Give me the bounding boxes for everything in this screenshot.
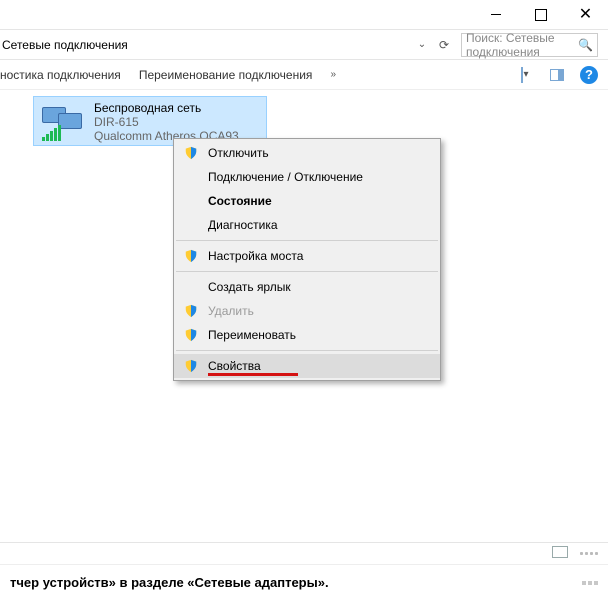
shield-icon	[184, 146, 198, 160]
ctx-connect-disconnect[interactable]: Подключение / Отключение	[174, 165, 440, 189]
separator	[176, 271, 438, 272]
toolbar-diagnose[interactable]: ностика подключения	[0, 68, 121, 82]
ctx-properties-label: Свойства	[208, 359, 261, 373]
footer-text-row: тчер устройств» в разделе «Сетевые адапт…	[0, 564, 608, 600]
window-titlebar: ✕	[0, 0, 608, 30]
ctx-status[interactable]: Состояние	[174, 189, 440, 213]
window-close-button[interactable]: ✕	[563, 0, 608, 30]
shield-icon	[184, 304, 198, 318]
separator	[176, 240, 438, 241]
search-icon: 🔍	[578, 38, 593, 52]
ctx-diagnostics[interactable]: Диагностика	[174, 213, 440, 237]
details-view-icon[interactable]	[552, 546, 568, 561]
preview-pane-button[interactable]	[548, 66, 566, 84]
footer-text: тчер устройств» в разделе «Сетевые адапт…	[10, 575, 329, 590]
ctx-status-label: Состояние	[208, 194, 272, 208]
network-adapter-icon	[42, 103, 86, 139]
separator	[176, 350, 438, 351]
connection-name: Беспроводная сеть	[94, 101, 251, 115]
shield-icon	[184, 249, 198, 263]
window-maximize-button[interactable]	[518, 0, 563, 30]
ctx-connect-disconnect-label: Подключение / Отключение	[208, 170, 363, 184]
toolbar-rename[interactable]: Переименование подключения	[139, 68, 313, 82]
address-search-row: Сетевые подключения ⌄ ⟳ Поиск: Сетевые п…	[0, 30, 608, 60]
ctx-disconnect[interactable]: Отключить	[174, 141, 440, 165]
ctx-bridge[interactable]: Настройка моста	[174, 244, 440, 268]
breadcrumb[interactable]: Сетевые подключения	[0, 38, 411, 52]
view-options-button[interactable]: ▾	[516, 66, 534, 84]
ctx-create-shortcut[interactable]: Создать ярлык	[174, 275, 440, 299]
ctx-bridge-label: Настройка моста	[208, 249, 303, 263]
chevron-down-icon: ▾	[523, 69, 528, 80]
large-icons-view-icon[interactable]	[580, 552, 598, 555]
ctx-delete-label: Удалить	[208, 304, 254, 318]
toolbar-overflow-button[interactable]: »	[330, 69, 336, 80]
search-placeholder: Поиск: Сетевые подключения	[466, 31, 578, 59]
ctx-properties[interactable]: Свойства	[174, 354, 440, 378]
ctx-disconnect-label: Отключить	[208, 146, 269, 160]
ctx-create-shortcut-label: Создать ярлык	[208, 280, 291, 294]
status-bar	[0, 542, 608, 564]
client-area: Беспроводная сеть DIR-615 Qualcomm Ather…	[0, 90, 608, 542]
refresh-icon[interactable]: ⟳	[433, 38, 455, 52]
toolbar: ностика подключения Переименование подкл…	[0, 60, 608, 90]
footer-dots-icon	[582, 581, 598, 585]
shield-icon	[184, 328, 198, 342]
preview-pane-icon	[550, 69, 564, 81]
help-button[interactable]: ?	[580, 66, 598, 84]
ctx-rename[interactable]: Переименовать	[174, 323, 440, 347]
ctx-delete: Удалить	[174, 299, 440, 323]
red-underline-annotation	[208, 373, 298, 376]
connection-ssid: DIR-615	[94, 115, 251, 129]
ctx-diagnostics-label: Диагностика	[208, 218, 278, 232]
address-bar[interactable]: Сетевые подключения ⌄ ⟳	[0, 33, 455, 57]
address-dropdown-icon[interactable]: ⌄	[415, 39, 429, 50]
search-input[interactable]: Поиск: Сетевые подключения 🔍	[461, 33, 598, 57]
context-menu: Отключить Подключение / Отключение Состо…	[173, 138, 441, 381]
shield-icon	[184, 359, 198, 373]
window-minimize-button[interactable]	[473, 0, 518, 30]
ctx-rename-label: Переименовать	[208, 328, 296, 342]
